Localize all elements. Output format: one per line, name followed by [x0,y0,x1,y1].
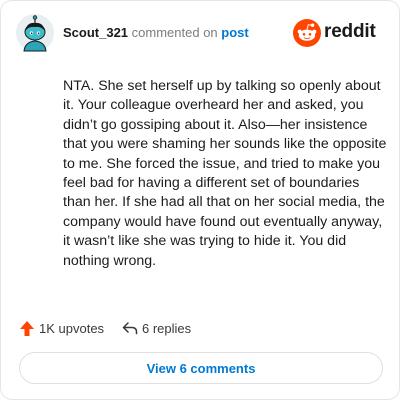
byline-verb: commented on [131,25,218,40]
reddit-brand[interactable]: reddit [293,19,385,47]
view-comments-button[interactable]: View 6 comments [19,352,383,384]
replies-button[interactable]: 6 replies [122,319,202,339]
post-link[interactable]: post [221,25,248,40]
comment-header: Scout_321 commented on post reddit [15,13,385,53]
username-link[interactable]: Scout_321 [63,25,128,40]
reddit-wordmark: reddit [324,21,376,42]
upvote-count: 1K upvotes [39,321,105,336]
avatar-icon [16,14,54,52]
reddit-logo-icon [293,19,321,47]
comment-byline: Scout_321 commented on post [63,25,249,40]
avatar[interactable] [15,13,55,53]
comment-body: NTA. She set herself up by talking so op… [63,78,387,269]
replies-count: 6 replies [142,321,192,336]
reply-arrow-icon [122,322,138,335]
upvote-button[interactable]: 1K upvotes [19,319,109,339]
comment-card: Scout_321 commented on post reddit NTA. … [0,0,400,400]
comment-actions: 1K upvotes 6 replies [19,319,319,339]
upvote-arrow-icon [20,321,34,336]
